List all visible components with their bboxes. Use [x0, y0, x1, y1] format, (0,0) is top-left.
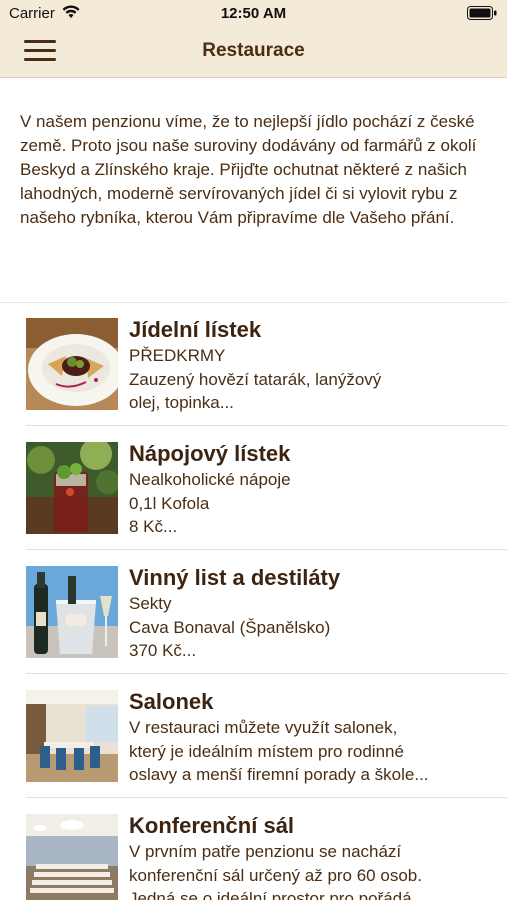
list-item-lounge[interactable]: Salonek V restauraci můžete využít salon…: [0, 674, 507, 798]
item-title: Nápojový lístek: [129, 441, 291, 466]
dining-room-photo: [26, 690, 118, 782]
list-item-food-menu[interactable]: Jídelní lístek PŘEDKRMY Zauzený hovězí t…: [0, 302, 507, 426]
item-description: Zauzený hovězí tatarák, lanýžový: [129, 369, 382, 389]
item-subtitle: Nealkoholické nápoje: [129, 470, 291, 489]
item-title: Vinný list a destiláty: [129, 565, 341, 590]
item-description: který je ideálním místem pro rodinné: [129, 741, 404, 761]
clock-time: 12:50 AM: [220, 5, 287, 22]
item-description: 8 Kč...: [129, 517, 178, 536]
list-item-wine-list[interactable]: Vinný list a destiláty Sekty Cava Bonava…: [0, 550, 507, 674]
list-item-conference-hall[interactable]: Konferenční sál V prvním patře penzionu …: [0, 798, 507, 900]
list-item-drinks-menu[interactable]: Nápojový lístek Nealkoholické nápoje 0,1…: [0, 426, 507, 550]
status-bar: Carrier 12:50 AM: [0, 0, 507, 26]
restaurant-sections-list: Jídelní lístek PŘEDKRMY Zauzený hovězí t…: [0, 302, 507, 900]
item-description: 370 Kč...: [129, 641, 197, 660]
item-title: Salonek: [129, 689, 214, 714]
item-subtitle: Sekty: [129, 594, 172, 613]
intro-text: V našem penzionu víme, že to nejlepší jí…: [20, 112, 477, 227]
item-description: Jedná se o ideální prostor pro pořádá...: [129, 889, 426, 900]
champagne-bucket-photo: [26, 566, 118, 658]
navigation-bar: Restaurace: [0, 26, 507, 78]
item-subtitle: PŘEDKRMY: [129, 346, 226, 365]
item-description: Cava Bonaval (Španělsko): [129, 617, 331, 637]
item-description: 0,1l Kofola: [129, 493, 210, 513]
item-title: Jídelní lístek: [129, 317, 262, 342]
item-description: olej, topinka...: [129, 393, 234, 412]
conference-hall-photo: [26, 814, 118, 900]
item-title: Konferenční sál: [129, 813, 295, 838]
plated-dish-photo: [26, 318, 118, 410]
item-description: oslavy a menší firemní porady a škole...: [129, 765, 429, 784]
item-description: konferenční sál určený až pro 60 osob.: [129, 865, 422, 885]
cocktail-glass-photo: [26, 442, 118, 534]
page-title: Restaurace: [202, 40, 305, 61]
item-description: V restauraci můžete využít salonek,: [129, 718, 398, 737]
battery-icon: [467, 6, 497, 20]
item-description: V prvním patře penzionu se nachází: [129, 842, 402, 861]
